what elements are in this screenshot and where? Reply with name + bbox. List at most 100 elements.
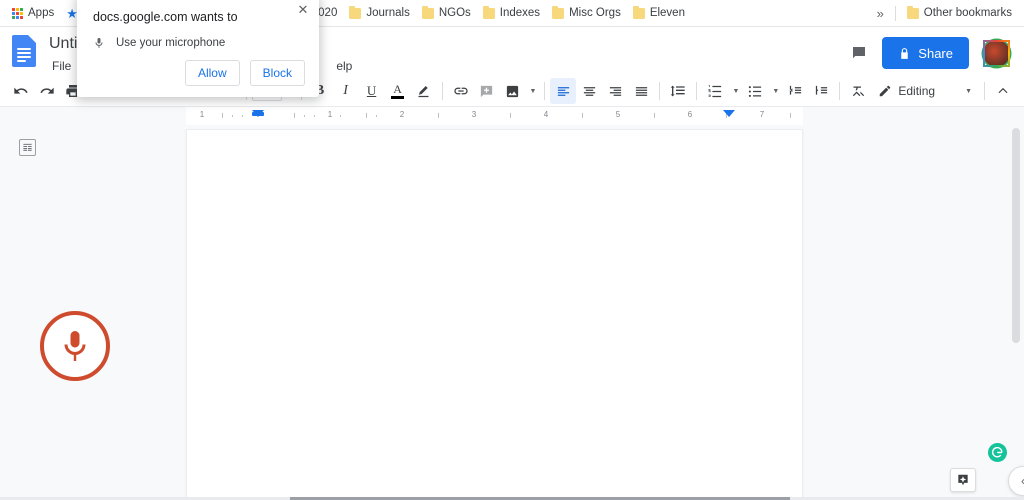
align-right-button[interactable] — [602, 78, 628, 104]
microphone-icon — [95, 38, 103, 48]
bookmark-item-misc-orgs[interactable]: Misc Orgs — [546, 3, 627, 23]
numbered-list-dropdown[interactable]: ▼ — [728, 78, 742, 104]
share-button-label: Share — [918, 45, 953, 61]
block-button[interactable]: Block — [249, 60, 305, 86]
bookmark-item-ngos[interactable]: NGOs — [416, 3, 477, 23]
bulleted-list-dropdown[interactable]: ▼ — [768, 78, 782, 104]
bookmarks-divider — [894, 5, 896, 21]
text-color-button[interactable]: A — [385, 78, 411, 104]
other-bookmarks-button[interactable]: Other bookmarks — [901, 3, 1018, 23]
lock-icon — [901, 47, 909, 59]
left-indent-marker[interactable] — [252, 110, 264, 117]
bookmark-label: Misc Orgs — [569, 7, 621, 19]
bookmark-label: Eleven — [649, 7, 685, 19]
editing-mode-button[interactable]: Editing ▼ — [871, 78, 979, 104]
text-color-label: A — [393, 81, 402, 96]
bookmark-apps[interactable]: Apps — [6, 3, 60, 23]
menu-item-file[interactable]: File — [46, 57, 77, 75]
toolbar-right-group: Editing ▼ — [871, 78, 1016, 104]
insert-image-button[interactable] — [500, 78, 526, 104]
horizontal-ruler[interactable]: 1 1 2 3 4 5 6 7 — [186, 107, 803, 125]
ruler-number: 7 — [759, 110, 765, 119]
permission-row: Use your microphone — [93, 35, 303, 51]
editing-mode-label: Editing — [898, 84, 936, 98]
ruler-number: 1 — [327, 110, 333, 119]
pencil-icon — [880, 85, 891, 97]
align-center-button[interactable] — [576, 78, 602, 104]
align-left-button[interactable] — [550, 78, 577, 104]
microphone-icon — [64, 331, 86, 361]
toolbar-divider — [659, 82, 661, 100]
document-page[interactable] — [186, 129, 803, 500]
insert-image-dropdown[interactable]: ▼ — [526, 78, 540, 104]
ruler-number: 4 — [543, 110, 549, 119]
chevron-down-icon: ▼ — [772, 87, 780, 95]
folder-icon — [906, 5, 919, 19]
toolbar-divider — [984, 82, 985, 100]
toolbar-divider — [839, 82, 841, 100]
chevron-down-icon: ▼ — [732, 87, 740, 95]
chevron-down-icon: ▼ — [965, 87, 972, 95]
voice-typing-microphone-button[interactable] — [40, 311, 110, 381]
user-avatar[interactable] — [983, 39, 1010, 67]
hide-menus-button[interactable] — [990, 78, 1016, 104]
ruler-number: 5 — [615, 110, 621, 119]
apps-grid-icon — [12, 7, 23, 19]
vertical-scrollbar-thumb[interactable] — [1012, 128, 1020, 343]
header-actions: Share — [850, 27, 1024, 69]
allow-button[interactable]: Allow — [184, 60, 240, 86]
permission-label: Use your microphone — [116, 37, 226, 49]
bookmark-label: Journals — [366, 7, 410, 19]
chevron-down-icon: ▼ — [529, 87, 537, 95]
italic-label: I — [343, 83, 348, 98]
folder-icon — [482, 5, 495, 19]
explore-icon — [958, 474, 968, 486]
increase-indent-button[interactable] — [808, 78, 834, 104]
grammarly-icon[interactable] — [988, 443, 1007, 462]
permission-actions: Allow Block — [184, 60, 305, 86]
bookmark-label: Indexes — [499, 7, 541, 19]
decrease-indent-button[interactable] — [782, 78, 808, 104]
highlight-color-button[interactable] — [411, 78, 437, 104]
bulleted-list-button[interactable] — [742, 78, 768, 104]
explore-button[interactable] — [950, 468, 976, 492]
redo-button[interactable] — [34, 78, 60, 104]
toolbar-divider — [696, 82, 698, 100]
bookmarks-overflow-button[interactable]: » — [871, 6, 890, 21]
line-spacing-button[interactable] — [665, 78, 691, 104]
google-docs-logo-icon[interactable] — [12, 35, 36, 67]
folder-icon — [349, 5, 362, 19]
menu-item-help[interactable]: elp — [330, 57, 358, 75]
other-bookmarks-label: Other bookmarks — [923, 7, 1012, 19]
ruler-number: 1 — [199, 110, 205, 119]
toolbar-divider — [544, 82, 546, 100]
bookmark-item-eleven[interactable]: Eleven — [627, 3, 691, 23]
bookmark-item-journals[interactable]: Journals — [343, 3, 415, 23]
insert-link-button[interactable] — [448, 78, 474, 104]
ruler-number: 3 — [471, 110, 477, 119]
folder-icon — [632, 5, 645, 19]
text-color-swatch — [391, 95, 405, 99]
right-indent-marker[interactable] — [723, 110, 735, 117]
align-justify-button[interactable] — [628, 78, 654, 104]
bookmark-item-indexes[interactable]: Indexes — [477, 3, 546, 23]
chevron-up-icon — [998, 87, 1008, 94]
close-icon[interactable]: ✕ — [295, 2, 311, 18]
add-comment-button[interactable] — [474, 78, 500, 104]
folder-icon — [552, 5, 565, 19]
microphone-permission-popup: ✕ docs.google.com wants to Use your micr… — [77, 0, 319, 97]
underline-button[interactable]: U — [359, 78, 385, 104]
italic-button[interactable]: I — [333, 78, 359, 104]
clear-formatting-button[interactable] — [845, 78, 871, 104]
comment-history-icon[interactable] — [850, 44, 868, 62]
share-button[interactable]: Share — [882, 37, 969, 69]
undo-button[interactable] — [8, 78, 34, 104]
bookmark-label: NGOs — [438, 7, 471, 19]
document-outline-icon[interactable] — [19, 139, 36, 156]
numbered-list-button[interactable] — [702, 78, 728, 104]
bookmark-apps-label: Apps — [28, 7, 55, 19]
toolbar-divider — [441, 82, 443, 100]
document-workspace — [0, 125, 1024, 500]
ruler-number: 2 — [399, 110, 405, 119]
ruler-strip: 1 1 2 3 4 5 6 7 — [0, 107, 1024, 125]
